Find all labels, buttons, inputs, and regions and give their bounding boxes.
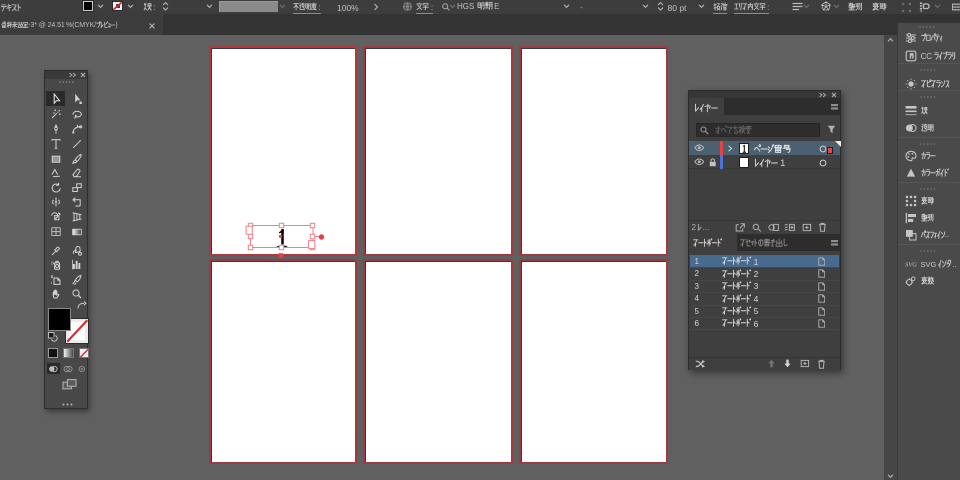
svg-text:SVG: SVG [905, 261, 917, 268]
